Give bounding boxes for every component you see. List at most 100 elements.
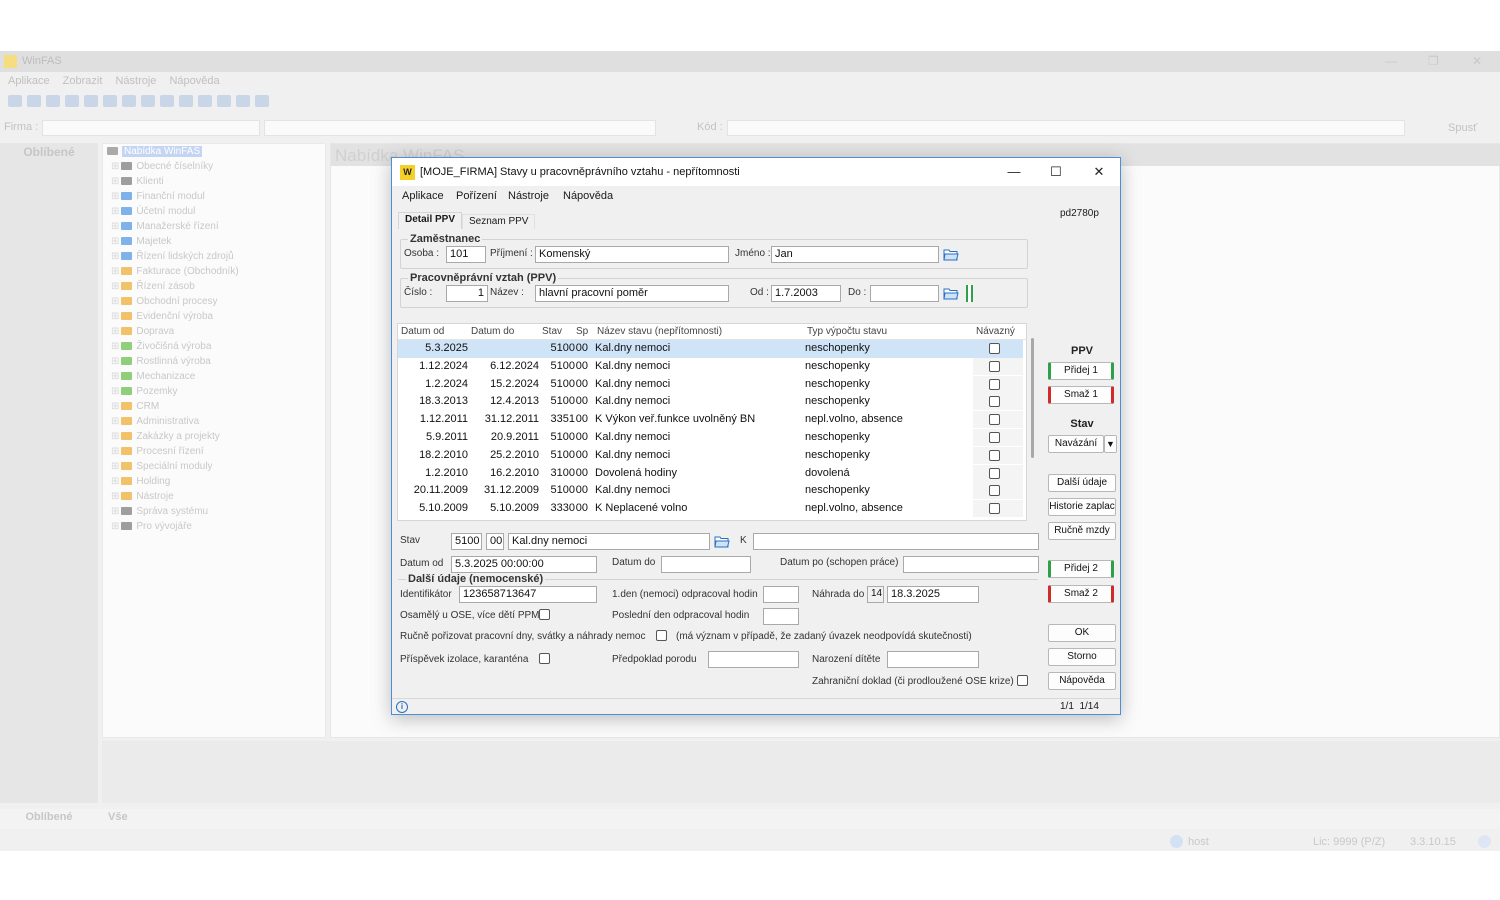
expand-icon[interactable]: ⊞: [111, 356, 119, 367]
col-datum-do[interactable]: Datum do: [471, 326, 514, 337]
tree-item[interactable]: ⊞ Administrativa: [111, 416, 199, 431]
open-folder-icon[interactable]: [714, 535, 730, 548]
tree-item[interactable]: ⊞ Živočišná výroba: [111, 341, 211, 356]
osamely-checkbox[interactable]: [539, 609, 550, 620]
table-row[interactable]: 5.9.2011 20.9.2011 5100 00 Kal.dny nemoci nes…: [398, 429, 1023, 447]
dalsi-udaje-button[interactable]: Další údaje: [1048, 474, 1116, 492]
storno-button[interactable]: Storno: [1048, 648, 1116, 666]
tree-root[interactable]: Nabídka WinFAS: [107, 146, 203, 161]
od-input[interactable]: 1.7.2003: [771, 285, 841, 302]
table-row[interactable]: 18.3.2013 12.4.2013 5100 00 Kal.dny nemoci ne…: [398, 393, 1023, 411]
main-menu-napoveda[interactable]: Nápověda: [169, 75, 219, 87]
expand-icon[interactable]: ⊞: [111, 491, 119, 502]
expand-icon[interactable]: ⊞: [111, 191, 119, 202]
smaz-1-button[interactable]: Smaž 1: [1048, 386, 1114, 404]
col-typ-vypoctu[interactable]: Typ výpočtu stavu: [807, 326, 887, 337]
navazny-checkbox[interactable]: [989, 485, 1000, 497]
toolbar-icon[interactable]: [46, 95, 60, 108]
datum-po-input[interactable]: [903, 556, 1039, 573]
historie-button[interactable]: Historie zaplac: [1048, 498, 1116, 516]
tree-item[interactable]: ⊞ Speciální moduly: [111, 461, 213, 476]
ok-button[interactable]: OK: [1048, 624, 1116, 642]
cislo-input[interactable]: 1: [446, 285, 488, 302]
navazny-checkbox[interactable]: [989, 378, 1000, 390]
restore-icon[interactable]: ❐: [1428, 54, 1439, 68]
info-icon[interactable]: i: [396, 701, 408, 713]
toolbar-icon[interactable]: [122, 95, 136, 108]
table-row[interactable]: 18.2.2010 25.2.2010 5100 00 Kal.dny nemoci ne…: [398, 446, 1023, 465]
navazny-checkbox[interactable]: [989, 467, 1000, 479]
spust-button[interactable]: Spusť: [1448, 122, 1477, 134]
gear-icon[interactable]: [217, 95, 231, 108]
main-menu-zobrazit[interactable]: Zobrazit: [63, 75, 103, 87]
tab-detail-ppv[interactable]: Detail PPV: [398, 212, 463, 229]
tree-item[interactable]: ⊞ Mechanizace: [111, 371, 195, 386]
tree-item[interactable]: ⊞ Účetní modul: [111, 206, 195, 221]
firma-name-field[interactable]: [264, 120, 656, 136]
tree-item[interactable]: ⊞ Klienti: [111, 176, 164, 191]
napoveda-button[interactable]: Nápověda: [1048, 672, 1116, 690]
jmeno-input[interactable]: Jan: [771, 246, 939, 263]
expand-icon[interactable]: ⊞: [111, 266, 119, 277]
tree-item[interactable]: ⊞ Majetek: [111, 236, 171, 251]
tree-item[interactable]: ⊞ Pozemky: [111, 386, 178, 401]
open-folder-icon[interactable]: [943, 248, 959, 261]
tree-item[interactable]: ⊞ Řízení zásob: [111, 281, 195, 296]
expand-icon[interactable]: ⊞: [111, 236, 119, 247]
tab-oblibene[interactable]: Oblíbené: [0, 811, 98, 823]
tree-item[interactable]: ⊞ CRM: [111, 401, 159, 416]
table-row[interactable]: 5.10.2009 5.10.2009 3330 00 K Neplacené voln…: [398, 500, 1023, 518]
navazny-checkbox[interactable]: [989, 503, 1000, 515]
help-icon[interactable]: [255, 95, 269, 108]
do-input[interactable]: [870, 285, 939, 302]
table-row[interactable]: 1.12.2024 6.12.2024 5100 00 Kal.dny nemoci ne…: [398, 357, 1023, 376]
menu-aplikace[interactable]: Aplikace: [402, 190, 444, 202]
minimize-button[interactable]: —: [994, 162, 1034, 182]
navazani-dropdown-icon[interactable]: ▼: [1104, 435, 1117, 453]
toolbar-icon[interactable]: [198, 95, 212, 108]
kod-field[interactable]: [727, 120, 1405, 136]
expand-icon[interactable]: ⊞: [111, 251, 119, 262]
toolbar-icon[interactable]: [160, 95, 174, 108]
navazny-checkbox[interactable]: [989, 396, 1000, 408]
navazny-checkbox[interactable]: [989, 343, 1000, 354]
main-menu-nastroje[interactable]: Nástroje: [115, 75, 156, 87]
toolbar-icon[interactable]: [84, 95, 98, 108]
menu-nastroje[interactable]: Nástroje: [508, 190, 549, 202]
tree-item[interactable]: ⊞ Finanční modul: [111, 191, 205, 206]
expand-icon[interactable]: ⊞: [111, 521, 119, 532]
minimize-icon[interactable]: —: [1385, 54, 1397, 68]
tree-item[interactable]: ⊞ Rostlinná výroba: [111, 356, 211, 371]
refresh-icon[interactable]: [103, 95, 117, 108]
menu-porizeni[interactable]: Pořízení: [456, 190, 497, 202]
expand-icon[interactable]: ⊞: [111, 281, 119, 292]
smaz-2-button[interactable]: Smaž 2: [1048, 585, 1114, 603]
toolbar-icon[interactable]: [236, 95, 250, 108]
expand-icon[interactable]: ⊞: [111, 431, 119, 442]
col-datum-od[interactable]: Datum od: [401, 326, 444, 337]
table-scrollbar[interactable]: [1031, 338, 1034, 458]
expand-icon[interactable]: ⊞: [111, 311, 119, 322]
table-row[interactable]: 1.12.2011 31.12.2011 3351 00 K Výkon veř.fun…: [398, 411, 1023, 429]
sp-input[interactable]: 00: [486, 533, 504, 550]
toolbar-icon[interactable]: [179, 95, 193, 108]
nahrada-do-days[interactable]: 14: [867, 586, 884, 603]
tree-item[interactable]: ⊞ Procesní řízení: [111, 446, 204, 461]
expand-icon[interactable]: ⊞: [111, 206, 119, 217]
expand-icon[interactable]: ⊞: [111, 416, 119, 427]
stav-input[interactable]: 5100: [451, 533, 482, 550]
datum-do-input[interactable]: [661, 556, 751, 573]
table-row[interactable]: 1.2.2010 16.2.2010 3100 00 Dovolená hodiny do…: [398, 464, 1023, 483]
expand-icon[interactable]: ⊞: [111, 401, 119, 412]
tab-vse[interactable]: Vše: [108, 811, 128, 823]
col-stav[interactable]: Stav: [542, 326, 562, 337]
osoba-input[interactable]: 101: [446, 246, 486, 263]
pridej-2-button[interactable]: Přidej 2: [1048, 560, 1114, 578]
table-row[interactable]: 1.2.2024 15.2.2024 5100 00 Kal.dny nemoci nes…: [398, 375, 1023, 394]
tree-item[interactable]: ⊞ Holding: [111, 476, 170, 491]
rucne-mzdy-button[interactable]: Ručně mzdy: [1048, 522, 1116, 540]
expand-icon[interactable]: ⊞: [111, 506, 119, 517]
nazev-input[interactable]: hlavní pracovní poměr: [535, 285, 729, 302]
tree-item[interactable]: ⊞ Obchodní procesy: [111, 296, 218, 311]
navazny-checkbox[interactable]: [989, 414, 1000, 426]
